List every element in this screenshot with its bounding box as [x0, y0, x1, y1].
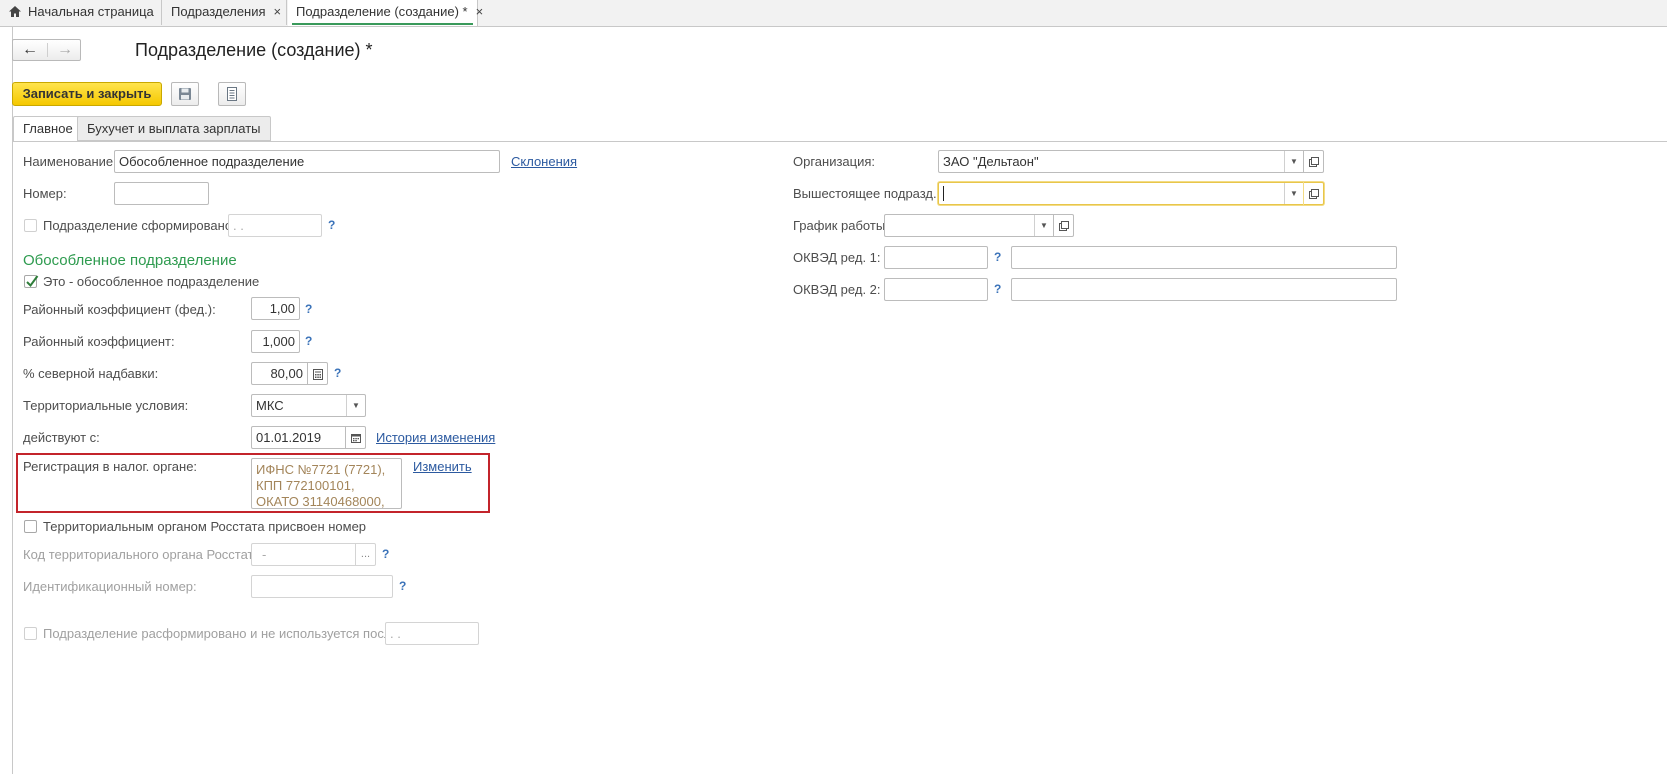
- rosstat-code-value: -: [262, 547, 267, 562]
- okved2-label: ОКВЭД ред. 2:: [793, 282, 881, 297]
- chevron-down-icon[interactable]: ▼: [346, 395, 365, 416]
- checkmark-icon: [26, 275, 39, 288]
- window-tab-bar: Начальная страница Подразделения × Подраз…: [0, 0, 1667, 27]
- help-icon[interactable]: ?: [334, 366, 341, 380]
- number-label: Номер:: [23, 186, 67, 201]
- tab-home[interactable]: Начальная страница: [0, 0, 162, 25]
- close-icon[interactable]: ×: [476, 4, 484, 19]
- help-icon[interactable]: ?: [305, 302, 312, 316]
- calculator-button[interactable]: [308, 362, 328, 385]
- schedule-label: График работы:: [793, 218, 889, 233]
- organization-label: Организация:: [793, 154, 876, 169]
- close-icon[interactable]: ×: [274, 4, 282, 19]
- select-button[interactable]: ...: [356, 543, 376, 566]
- chevron-down-icon[interactable]: ▼: [1034, 215, 1053, 236]
- territorial-select[interactable]: МКС ▼: [251, 394, 366, 417]
- nav-buttons: ← →: [12, 39, 81, 61]
- number-field[interactable]: [114, 182, 209, 205]
- name-field[interactable]: Обособленное подразделение: [114, 150, 500, 173]
- formed-label: Подразделение сформировано: [43, 218, 233, 233]
- open-icon: [1309, 157, 1319, 167]
- regional-field[interactable]: 1,000: [251, 330, 300, 353]
- okved2-code-field[interactable]: [884, 278, 988, 301]
- open-schedule-button[interactable]: [1054, 214, 1074, 237]
- okved1-code-field[interactable]: [884, 246, 988, 269]
- formed-date-field[interactable]: . .: [228, 214, 322, 237]
- help-icon[interactable]: ?: [399, 579, 406, 593]
- rosstat-code-label: Код территориального органа Росстата:: [23, 547, 265, 562]
- formed-checkbox[interactable]: [24, 219, 37, 232]
- regional-fed-field[interactable]: 1,00: [251, 297, 300, 320]
- id-number-field[interactable]: [251, 575, 393, 598]
- okved1-name-field[interactable]: [1011, 246, 1397, 269]
- regional-label: Районный коэффициент:: [23, 334, 175, 349]
- tax-registration-field[interactable]: ИФНС №7721 (7721), КПП 772100101, ОКАТО …: [251, 458, 402, 509]
- open-organization-button[interactable]: [1304, 150, 1324, 173]
- organization-select[interactable]: ЗАО "Дельтаон" ▼: [938, 150, 1304, 173]
- declensions-link[interactable]: Склонения: [511, 154, 577, 169]
- chevron-down-icon[interactable]: ▼: [1284, 183, 1303, 204]
- tab-accounting[interactable]: Бухучет и выплата зарплаты: [77, 116, 271, 141]
- document-icon: [227, 87, 237, 101]
- schedule-select[interactable]: ▼: [884, 214, 1054, 237]
- change-tax-link[interactable]: Изменить: [413, 459, 472, 474]
- rosstat-label: Территориальным органом Росстата присвое…: [43, 519, 367, 534]
- back-button[interactable]: ←: [13, 40, 47, 60]
- tab-departments-label: Подразделения: [171, 4, 266, 19]
- organization-value: ЗАО "Дельтаон": [943, 154, 1039, 169]
- report-button[interactable]: [218, 82, 246, 106]
- text-cursor: [943, 186, 944, 201]
- tax-registration-label: Регистрация в налог. органе:: [23, 459, 198, 474]
- save-button[interactable]: [171, 82, 199, 106]
- tab-main[interactable]: Главное: [13, 116, 83, 142]
- rosstat-checkbox[interactable]: [24, 520, 37, 533]
- rosstat-code-field[interactable]: -: [251, 543, 356, 566]
- help-icon[interactable]: ?: [382, 547, 389, 561]
- help-icon[interactable]: ?: [328, 218, 335, 232]
- valid-from-field[interactable]: 01.01.2019: [251, 426, 346, 449]
- save-and-close-button[interactable]: Записать и закрыть: [12, 82, 162, 106]
- home-icon: [8, 2, 22, 26]
- chevron-down-icon[interactable]: ▼: [1284, 151, 1303, 172]
- tab-department-create[interactable]: Подразделение (создание) * ×: [288, 0, 483, 26]
- page-title: Подразделение (создание) *: [135, 40, 373, 60]
- territorial-label: Территориальные условия:: [23, 398, 189, 413]
- tab-home-label: Начальная страница: [28, 4, 154, 19]
- disbanded-label: Подразделение расформировано и не исполь…: [43, 626, 399, 641]
- okved1-label: ОКВЭД ред. 1:: [793, 250, 881, 265]
- calendar-button[interactable]: [346, 426, 366, 449]
- north-bonus-field[interactable]: 80,00: [251, 362, 308, 385]
- valid-from-label: действуют с:: [23, 430, 100, 445]
- section-title: Обособленное подразделение: [23, 252, 237, 269]
- disbanded-date-field[interactable]: . .: [385, 622, 479, 645]
- territorial-value: МКС: [256, 398, 284, 413]
- id-number-label: Идентификационный номер:: [23, 579, 197, 594]
- tab-departments[interactable]: Подразделения ×: [163, 0, 287, 25]
- calendar-icon: [351, 434, 361, 443]
- disbanded-checkbox[interactable]: [24, 627, 37, 640]
- name-label: Наименование:: [23, 154, 117, 169]
- is-separate-label: Это - обособленное подразделение: [43, 274, 260, 289]
- open-parent-button[interactable]: [1304, 182, 1324, 205]
- parent-department-label: Вышестоящее подразд.:: [793, 186, 941, 201]
- history-link[interactable]: История изменения: [376, 430, 495, 445]
- save-icon: [179, 88, 191, 100]
- tab-department-create-label: Подразделение (создание) *: [296, 4, 468, 19]
- open-icon: [1059, 221, 1069, 231]
- help-icon[interactable]: ?: [994, 250, 1001, 264]
- is-separate-checkbox[interactable]: [24, 275, 39, 288]
- help-icon[interactable]: ?: [305, 334, 312, 348]
- forward-button[interactable]: →: [48, 40, 82, 60]
- north-bonus-label: % северной надбавки:: [23, 366, 159, 381]
- okved2-name-field[interactable]: [1011, 278, 1397, 301]
- regional-fed-label: Районный коэффициент (фед.):: [23, 302, 216, 317]
- help-icon[interactable]: ?: [994, 282, 1001, 296]
- open-icon: [1309, 189, 1319, 199]
- active-tab-underline: [292, 23, 473, 25]
- parent-department-select[interactable]: ▼: [938, 182, 1304, 205]
- calculator-icon: [313, 369, 323, 380]
- tab-divider: [12, 141, 1667, 142]
